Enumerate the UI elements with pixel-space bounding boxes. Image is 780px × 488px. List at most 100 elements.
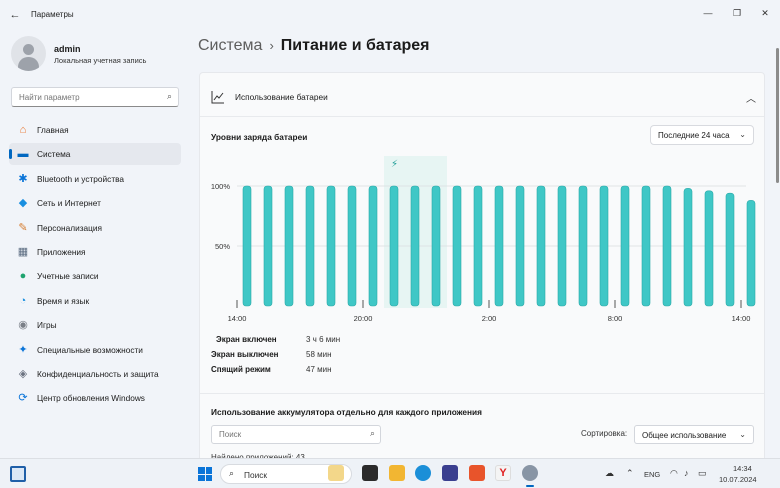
system-icon: ▬: [17, 148, 29, 161]
time-range-dropdown[interactable]: Последние 24 часа ⌄: [650, 125, 754, 145]
personalization-icon: ✎: [18, 221, 28, 234]
yandex-browser-icon[interactable]: Y: [495, 465, 511, 481]
battery-bar: [662, 185, 672, 307]
scrollbar[interactable]: [776, 48, 779, 183]
language-indicator[interactable]: ENG: [644, 470, 660, 479]
sidebar-item-label: Bluetooth и устройства: [37, 173, 125, 184]
accessibility-icon: ✦: [18, 343, 28, 356]
sidebar-item-time-language[interactable]: ◔ Время и язык: [9, 290, 181, 312]
wifi-icon[interactable]: ◠: [670, 468, 678, 479]
battery-bar: [326, 185, 336, 307]
battery-bar: [452, 185, 462, 307]
x-tick-label: 14:00: [732, 314, 751, 323]
edge-browser-icon[interactable]: [415, 465, 431, 481]
sidebar-item-label: Персонализация: [37, 222, 103, 233]
sidebar-nav: ⌂ Главная ▬ Система ✱ Bluetooth и устройства ◆…: [9, 119, 181, 412]
x-tick-label: 8:00: [608, 314, 623, 323]
user-profile[interactable]: admin Локальная учетная запись: [11, 36, 191, 76]
close-icon[interactable]: ✕: [757, 6, 773, 20]
sidebar-item-bluetooth[interactable]: ✱ Bluetooth и устройства: [9, 168, 181, 190]
sidebar-item-accounts[interactable]: ● Учетные записи: [9, 265, 181, 287]
account-type: Локальная учетная запись: [54, 56, 147, 65]
chart-line-icon: [211, 91, 224, 104]
sidebar-item-network[interactable]: ◆ Сеть и Интернет: [9, 192, 181, 214]
battery-bar: [389, 185, 399, 307]
accounts-icon: ●: [19, 270, 27, 283]
battery-bar: [410, 185, 420, 307]
sidebar-item-apps[interactable]: ▦ Приложения: [9, 241, 181, 263]
battery-usage-panel: Использование батареи ︿ Уровни заряда ба…: [199, 72, 765, 462]
sidebar-item-label: Игры: [37, 320, 57, 331]
store-icon[interactable]: [442, 465, 458, 481]
windows-update-icon: ⟳: [18, 392, 28, 405]
sidebar-item-label: Конфиденциальность и защита: [37, 368, 159, 379]
sidebar-item-personalization[interactable]: ✎ Персонализация: [9, 217, 181, 239]
breadcrumb-parent[interactable]: Система: [198, 37, 262, 54]
sidebar-item-label: Специальные возможности: [37, 344, 143, 355]
battery-bar: [431, 185, 441, 307]
app-search-input[interactable]: [212, 426, 352, 443]
title-bar: ← Параметры — ❐ ✕: [0, 0, 780, 30]
clock-date[interactable]: 10.07.2024: [719, 475, 757, 484]
task-view-icon[interactable]: [362, 465, 378, 481]
bluetooth-icon: ✱: [18, 172, 28, 185]
sort-value: Общее использование: [642, 431, 727, 440]
battery-bar: [725, 192, 735, 307]
search-icon: ⌕: [229, 468, 235, 478]
sidebar-item-privacy-shield[interactable]: ◈ Конфиденциальность и защита: [9, 363, 181, 385]
battery-bar: [641, 185, 651, 307]
sidebar-item-label: Учетные записи: [37, 271, 99, 282]
battery-bar: [536, 185, 546, 307]
battery-bar: [494, 185, 504, 307]
battery-usage-header[interactable]: Использование батареи ︿: [200, 81, 764, 117]
stat-value: 58 мин: [306, 350, 332, 359]
y-tick-label: 50%: [215, 242, 230, 251]
file-explorer-icon[interactable]: [389, 465, 405, 481]
battery-icon[interactable]: ▭: [698, 468, 707, 479]
battery-bar: [704, 190, 714, 307]
sidebar-item-gaming[interactable]: ◉ Игры: [9, 314, 181, 336]
clock-time[interactable]: 14:34: [733, 464, 752, 473]
chevron-down-icon: ⌄: [739, 130, 746, 139]
y-tick-label: 100%: [211, 182, 231, 191]
sidebar-item-system[interactable]: ▬ Система: [9, 143, 181, 166]
chevron-up-icon[interactable]: ︿: [746, 90, 756, 105]
sidebar-item-label: Время и язык: [37, 295, 90, 306]
minimize-icon[interactable]: —: [700, 6, 716, 20]
browser-icon[interactable]: [469, 465, 485, 481]
x-tick-label: 2:00: [482, 314, 497, 323]
battery-level-chart: ⚡ 100% 50% 14:00 20:00 2:00 8:00 14:00: [211, 156, 756, 323]
start-icon[interactable]: [198, 467, 212, 481]
breadcrumb-separator: ›: [269, 38, 274, 53]
sidebar-item-home[interactable]: ⌂ Главная: [9, 119, 181, 141]
battery-bar: [515, 185, 525, 307]
app-search[interactable]: ⌕: [211, 425, 381, 444]
widgets-icon[interactable]: [10, 466, 26, 482]
volume-icon[interactable]: ♪: [684, 468, 689, 478]
gaming-icon: ◉: [18, 319, 28, 332]
stat-value: 3 ч 6 мин: [306, 335, 341, 344]
back-arrow-icon[interactable]: ←: [8, 8, 22, 22]
chart-title: Уровни заряда батареи: [211, 132, 308, 142]
battery-bar: [620, 185, 630, 307]
battery-bar: [683, 188, 693, 307]
search-highlight-icon[interactable]: [328, 465, 344, 481]
settings-gear-icon[interactable]: [522, 465, 538, 487]
settings-search-input[interactable]: [12, 88, 152, 106]
stat-label: Спящий режим: [211, 365, 271, 374]
privacy-shield-icon: ◈: [18, 367, 28, 380]
x-tick-label: 20:00: [354, 314, 373, 323]
tray-chevron-icon[interactable]: ⌃: [626, 468, 634, 479]
sidebar-item-accessibility[interactable]: ✦ Специальные возможности: [9, 339, 181, 361]
settings-search[interactable]: ⌕: [11, 87, 179, 107]
battery-bar: [746, 200, 756, 307]
maximize-icon[interactable]: ❐: [729, 6, 745, 20]
sidebar-item-windows-update[interactable]: ⟳ Центр обновления Windows: [9, 387, 181, 409]
cloud-icon[interactable]: ☁: [605, 468, 614, 479]
sidebar-item-label: Сеть и Интернет: [37, 198, 101, 209]
sort-dropdown[interactable]: Общее использование ⌄: [634, 425, 754, 444]
search-icon[interactable]: ⌕: [370, 428, 375, 439]
bolt-icon: ⚡: [391, 159, 398, 170]
search-icon[interactable]: ⌕: [167, 91, 172, 102]
time-language-icon: ◔: [19, 294, 27, 307]
